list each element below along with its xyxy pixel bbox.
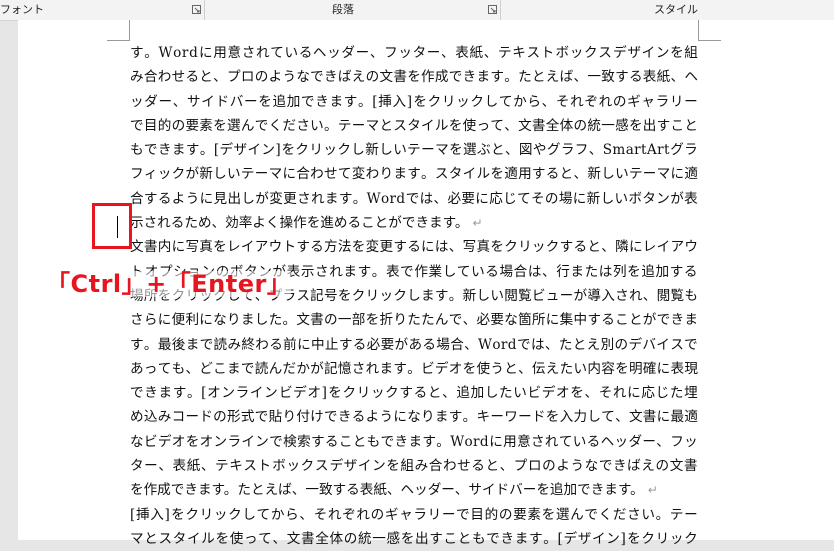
- cursor-highlight-box: [92, 203, 132, 249]
- document-line-text: 示されるため、効率よく操作を進めることができます。: [130, 215, 469, 232]
- ribbon-group-paragraph: 段落: [204, 0, 501, 20]
- document-line[interactable]: もできます。[デザイン] をクリックし新しいテーマを選ぶと、図やグラフ、 Sm a r…: [130, 138, 698, 162]
- document-line[interactable]: を作成できます。たとえば、一致する表紙、ヘッダー、サイドバーを追加できます。 ↵: [130, 478, 698, 502]
- paragraph-mark-icon: ↵: [472, 216, 483, 231]
- ribbon-group-styles: スタイル: [500, 0, 834, 20]
- document-line[interactable]: 合するように見出しが変更されます。 Wo r d では、必要に応じてその場に新しいボタ…: [130, 187, 698, 211]
- font-dialog-launcher-icon[interactable]: [192, 5, 201, 14]
- document-line[interactable]: あっても、どこまで読んだかが記憶されます。ビデオを使うと、伝えたい内容を明確に表…: [130, 357, 698, 381]
- paragraph-mark-icon: ↵: [647, 483, 658, 498]
- ribbon-group-labels: フォント 段落 スタイル: [0, 0, 834, 21]
- paragraph-dialog-launcher-icon[interactable]: [488, 5, 497, 14]
- document-line[interactable]: 示されるため、効率よく操作を進めることができます。 ↵: [130, 211, 698, 235]
- document-line[interactable]: [挿入] をクリックしてから、それぞれのギャラリーで目的の要素を選んでください。…: [130, 503, 698, 527]
- document-line[interactable]: ター、表紙、テキスト ボックス デザインを組み合わせると、プロのようなできばえの…: [130, 454, 698, 478]
- margin-corner-mark: [107, 20, 130, 41]
- document-line[interactable]: マとスタイルを使って、文書全体の統一感を出すこともできます。[デザイン] をクリ…: [130, 527, 698, 551]
- document-line[interactable]: す。最後まで読み終わる前に中止する必要がある場合、 Wo r d では、たとえ別のデバ…: [130, 333, 698, 357]
- document-line[interactable]: み合わせると、プロのようなできばえの文書を作成できます。たとえば、一致する表紙、…: [130, 65, 698, 89]
- document-line[interactable]: 文書内に写真をレイアウトする方法を変更するには、写真をクリックすると、隣にレイア…: [130, 235, 698, 259]
- document-line[interactable]: さらに便利になりました。文書の一部を折りたたんで、必要な箇所に集中することができ…: [130, 308, 698, 332]
- ribbon-group-font-label: フォント: [0, 3, 44, 16]
- margin-corner-mark: [698, 20, 721, 41]
- document-line[interactable]: す。 Wo r d に用意されているヘッダー、フッター、表紙、テキスト ボックス デザ…: [130, 41, 698, 65]
- ribbon-group-paragraph-label: 段落: [332, 3, 354, 16]
- document-line-text: を作成できます。たとえば、一致する表紙、ヘッダー、サイドバーを追加できます。: [130, 482, 644, 499]
- document-line[interactable]: で目的の要素を選んでください。テーマとスタイルを使って、文書全体の統一感を出すこ…: [130, 114, 698, 138]
- document-line[interactable]: ッダー、サイドバーを追加できます。[挿入] をクリックしてから、それぞれのギャラ…: [130, 90, 698, 114]
- document-line[interactable]: め込みコードの形式で貼り付けできるようになります。キーワードを入力して、文書に最…: [130, 405, 698, 429]
- ribbon-group-font: フォント: [0, 0, 205, 20]
- document-line[interactable]: なビデオをオンラインで検索することもできます。 Wo r d に用意されているヘッダー…: [130, 430, 698, 454]
- shortcut-callout: 「Ctrl」+「Enter」: [46, 270, 292, 298]
- ribbon-group-styles-label: スタイル: [654, 3, 698, 16]
- document-line[interactable]: できます。[オンライン ビデオ] をクリックすると、追加したいビデオを、それに応…: [130, 381, 698, 405]
- document-line[interactable]: フィックが新しいテーマに合わせて変わります。スタイルを適用すると、新しいテーマに…: [130, 162, 698, 186]
